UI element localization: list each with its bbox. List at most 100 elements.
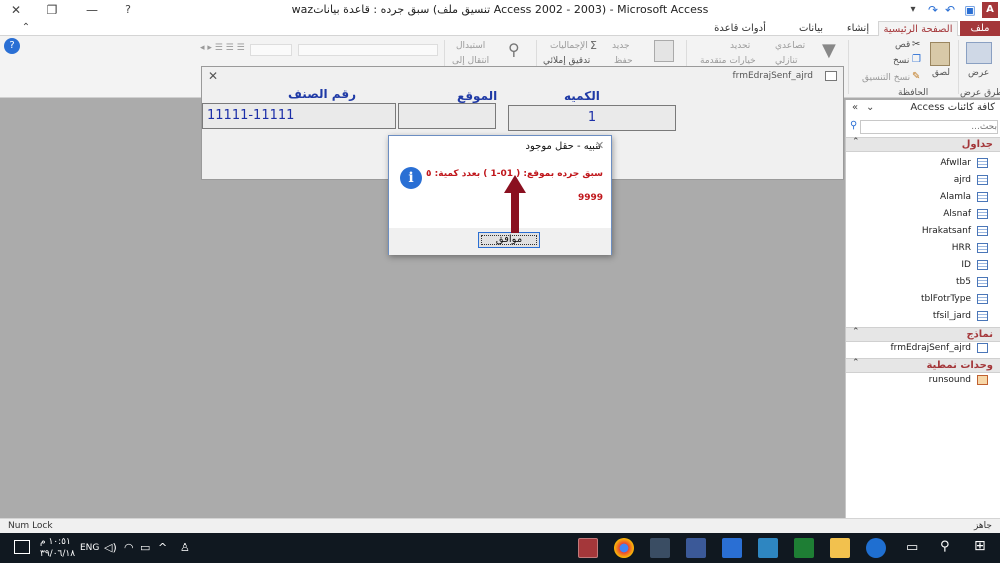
- redo-icon[interactable]: ↷: [925, 2, 941, 18]
- replace-button[interactable]: استبدال: [456, 41, 485, 51]
- table-item[interactable]: AfwIlar: [846, 155, 1000, 172]
- search-icon: ⚲: [850, 120, 858, 131]
- copy-button[interactable]: نسخ: [893, 56, 909, 66]
- qty-label: الكميه: [564, 89, 600, 103]
- tables-section-header[interactable]: جداول: [846, 137, 1000, 152]
- collapse-nav-icon[interactable]: «: [852, 102, 858, 113]
- table-icon: [977, 277, 988, 287]
- tab-home[interactable]: الصفحة الرئيسية: [878, 21, 958, 36]
- tab-create[interactable]: إنشاء: [842, 21, 874, 36]
- app-icon[interactable]: [758, 538, 778, 558]
- scissors-icon: ✂: [912, 39, 921, 50]
- location-field[interactable]: [398, 103, 496, 129]
- code-field[interactable]: 11111-11111: [202, 103, 396, 129]
- file-explorer-icon[interactable]: [830, 538, 850, 558]
- store-icon[interactable]: [794, 538, 814, 558]
- app-icon[interactable]: [650, 538, 670, 558]
- table-item[interactable]: tb5: [846, 274, 1000, 291]
- tab-dbtools[interactable]: أدوات قاعدة البيانات: [700, 21, 780, 49]
- code-label: رقم الصنف: [288, 87, 356, 101]
- sort-ascending-button[interactable]: تصاعدي: [775, 41, 805, 51]
- module-item[interactable]: runsound: [846, 372, 1000, 389]
- info-icon: i: [400, 167, 422, 189]
- facebook-icon[interactable]: [686, 538, 706, 558]
- app-icon[interactable]: [722, 538, 742, 558]
- form-item[interactable]: frmEdrajSenf_ajrd: [846, 340, 1000, 357]
- goto-button[interactable]: انتقال إلى: [452, 56, 489, 66]
- cut-button[interactable]: قص: [895, 40, 910, 50]
- tab-external-data[interactable]: بيانات خارجية: [785, 21, 837, 49]
- sigma-icon: Σ: [590, 39, 597, 52]
- volume-icon[interactable]: ◁): [104, 541, 117, 554]
- clock-time[interactable]: ١٠:٥١ م: [40, 537, 71, 547]
- font-size-combo[interactable]: [250, 44, 292, 56]
- table-icon: [977, 260, 988, 270]
- table-item[interactable]: tfsil_jard: [846, 308, 1000, 325]
- advanced-button[interactable]: خيارات متقدمة: [700, 56, 756, 66]
- selection-button[interactable]: تحديد: [730, 41, 750, 51]
- task-view-icon[interactable]: ▭: [906, 540, 918, 555]
- table-item[interactable]: Hrakatsanf: [846, 223, 1000, 240]
- view-icon[interactable]: [966, 42, 992, 64]
- table-item[interactable]: Alsnaf: [846, 206, 1000, 223]
- language-indicator[interactable]: ENG: [80, 543, 99, 553]
- nav-menu-icon[interactable]: ⌄: [866, 102, 874, 113]
- show-hidden-icons-icon[interactable]: ^: [158, 541, 167, 554]
- save-icon[interactable]: ▣: [962, 2, 978, 18]
- refresh-all-icon[interactable]: [654, 40, 674, 62]
- filter-icon[interactable]: ▼: [822, 40, 836, 61]
- tab-file[interactable]: ملف: [960, 21, 1000, 36]
- start-icon[interactable]: ⊞: [974, 538, 986, 554]
- save-record-button[interactable]: حفظ: [614, 56, 633, 66]
- format-painter-button[interactable]: نسخ التنسيق: [862, 73, 910, 83]
- paragraph-icons: ◂ ▸ ☰ ☰ ☰: [200, 43, 245, 53]
- table-item[interactable]: HRR: [846, 240, 1000, 257]
- form-close-icon[interactable]: ✕: [208, 69, 218, 83]
- copy-icon: ❐: [912, 54, 921, 65]
- font-name-combo[interactable]: [298, 44, 438, 56]
- table-item[interactable]: tblFotrType: [846, 291, 1000, 308]
- modules-section-header[interactable]: وحدات نمطية: [846, 358, 1000, 373]
- binoculars-icon[interactable]: ⚲: [508, 40, 520, 59]
- chrome-icon[interactable]: [614, 538, 634, 558]
- sort-descending-button[interactable]: تنازلي: [775, 56, 798, 66]
- form-title: frmEdrajSenf_ajrd: [732, 71, 814, 81]
- access-taskbar-icon[interactable]: [578, 538, 598, 558]
- wifi-icon[interactable]: ◠: [124, 541, 134, 554]
- battery-icon[interactable]: ▭: [140, 541, 150, 554]
- location-label: الموقع: [457, 89, 498, 103]
- table-item[interactable]: Alamla: [846, 189, 1000, 206]
- quick-access-menu-icon[interactable]: ▾: [905, 2, 921, 18]
- paste-icon[interactable]: [930, 42, 950, 66]
- form-icon: [825, 71, 837, 81]
- arrow-annotation-icon: [504, 175, 526, 233]
- qty-field[interactable]: 1: [508, 105, 676, 131]
- table-icon: [977, 192, 988, 202]
- collapse-ribbon-icon[interactable]: ⌃: [18, 20, 34, 36]
- paste-button-label[interactable]: لصق: [932, 68, 950, 78]
- view-button-label[interactable]: عرض: [968, 68, 989, 78]
- dialog-message-secondary: 9999: [577, 193, 603, 203]
- notifications-icon[interactable]: [14, 540, 30, 554]
- clock-date[interactable]: ٣٩/٠٦/١٨: [40, 549, 75, 559]
- table-item[interactable]: ID: [846, 257, 1000, 274]
- nav-search-input[interactable]: [860, 120, 998, 134]
- table-icon: [977, 226, 988, 236]
- spelling-button[interactable]: تدقيق إملائي: [543, 56, 590, 66]
- table-icon: [977, 311, 988, 321]
- totals-button[interactable]: الإجماليات: [550, 41, 588, 51]
- navigation-pane: كافة كائنات Access « ⌄ ⚲ جداول ⌃ AfwIlar…: [845, 100, 1000, 518]
- table-item[interactable]: ajrd: [846, 172, 1000, 189]
- form-item-icon: [977, 343, 988, 353]
- table-icon: [977, 294, 988, 304]
- help-icon[interactable]: ?: [4, 38, 20, 54]
- edge-icon[interactable]: [866, 538, 886, 558]
- brush-icon: ✎: [912, 71, 921, 82]
- dialog-close-icon[interactable]: ✕: [595, 139, 604, 152]
- status-right: جاهز: [973, 521, 992, 531]
- people-icon[interactable]: ♙: [180, 541, 190, 554]
- taskbar: ١٠:٥١ م ٣٩/٠٦/١٨ ENG ◁) ◠ ▭ ^ ♙ ▭ ⚲ ⊞: [0, 533, 1000, 563]
- undo-icon[interactable]: ↶: [942, 2, 958, 18]
- search-icon[interactable]: ⚲: [940, 539, 950, 554]
- new-record-button[interactable]: جديد: [612, 41, 630, 51]
